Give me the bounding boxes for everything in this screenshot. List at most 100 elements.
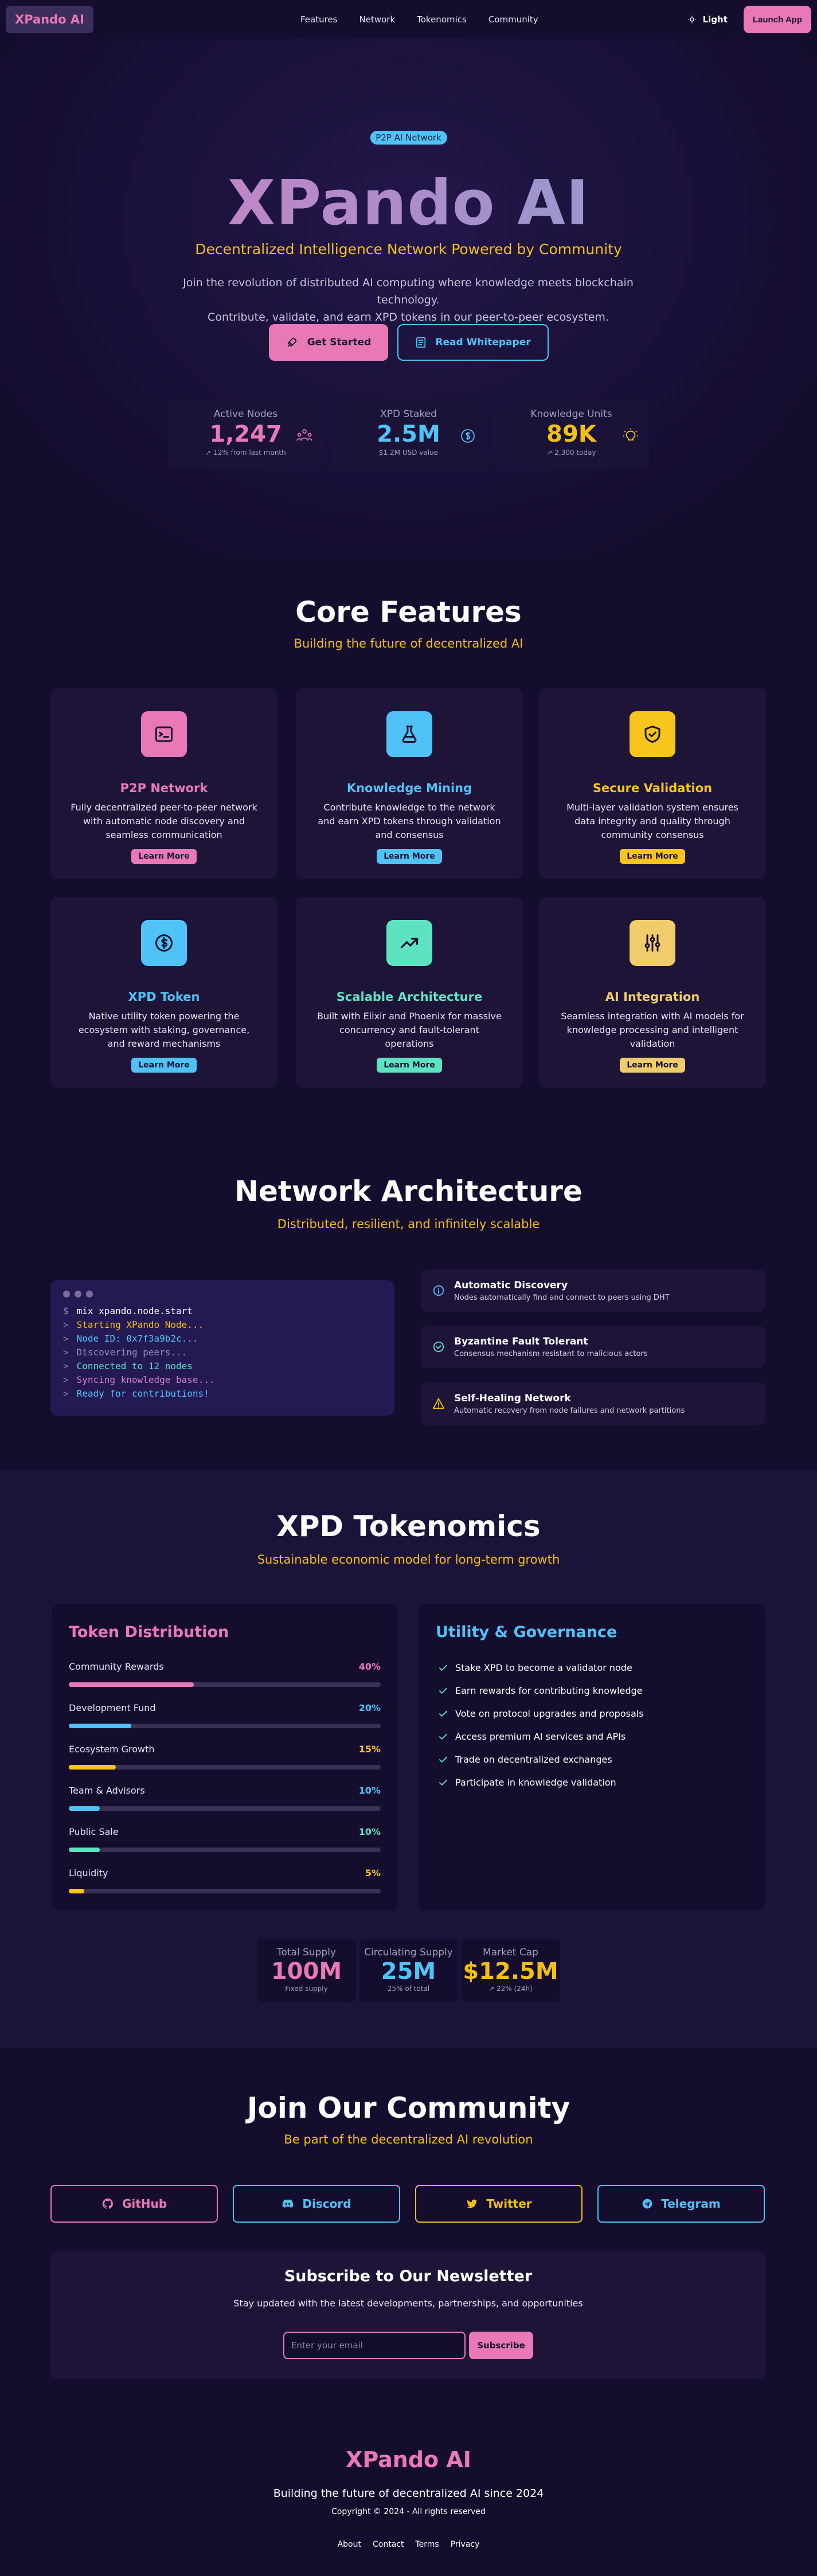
twitter-button[interactable]: Twitter [415, 2185, 583, 2223]
email-input[interactable] [283, 2332, 466, 2359]
utility-text: Participate in knowledge validation [455, 1777, 616, 1788]
tokenomics-subtitle: Sustainable economic model for long-term… [257, 1553, 560, 1566]
stat-sub: 25% of total [387, 1985, 430, 1993]
feature-card-title: AI Integration [605, 990, 700, 1004]
utility-item: Vote on protocol upgrades and proposals [438, 1708, 644, 1719]
network-icon [296, 428, 313, 442]
learn-more-button[interactable]: Learn More [377, 849, 442, 864]
newsletter-form: Subscribe [283, 2332, 533, 2359]
launch-app-button[interactable]: Launch App [743, 6, 811, 33]
feature-card-title: Knowledge Mining [346, 781, 472, 795]
hero-buttons: Get Started Read Whitepaper [0, 324, 817, 361]
check-circle-icon [432, 1340, 445, 1353]
learn-more-button[interactable]: Learn More [131, 1058, 197, 1073]
distribution-track [69, 1724, 381, 1728]
footer-link-about[interactable]: About [338, 2540, 361, 2549]
get-started-button[interactable]: Get Started [268, 324, 388, 361]
distribution-label: Liquidity [69, 1868, 108, 1879]
utility-text: Vote on protocol upgrades and proposals [455, 1708, 644, 1719]
feature-card-title: P2P Network [120, 781, 208, 795]
community-title: Join Our Community [247, 2091, 570, 2125]
terminal-line: > Ready for contributions! [63, 1388, 209, 1399]
stat-label: Circulating Supply [364, 1947, 453, 1958]
distribution-bar-fill [69, 1682, 194, 1687]
stat-sub: ↗ 22% (24h) [488, 1985, 533, 1993]
brand-logo-button[interactable]: XPando AI [6, 6, 93, 33]
distribution-bar-fill [69, 1889, 85, 1893]
distribution-bar-fill [69, 1724, 131, 1728]
stat-sub: ↗ 12% from last month [205, 449, 286, 457]
nav-link-tokenomics[interactable]: Tokenomics [417, 14, 467, 25]
discord-button[interactable]: Discord [233, 2185, 400, 2223]
github-button[interactable]: GitHub [50, 2185, 218, 2223]
trending-up-icon [386, 920, 432, 966]
discord-icon [282, 2197, 294, 2210]
feature-card-ai-integration: AI Integration Seamless integration with… [539, 897, 766, 1088]
stat-label: Knowledge Units [530, 408, 612, 420]
feature-card-title: Secure Validation [592, 781, 713, 795]
feature-card-secure-validation: Secure Validation Multi-layer validation… [539, 688, 766, 879]
tokenomics-title: XPD Tokenomics [276, 1510, 541, 1543]
feature-card-desc: Multi-layer validation system ensures da… [566, 802, 738, 840]
nav-link-features[interactable]: Features [300, 14, 338, 25]
newsletter-desc: Stay updated with the latest development… [233, 2298, 583, 2309]
discord-label: Discord [302, 2197, 351, 2211]
hero-subtitle: Decentralized Intelligence Network Power… [195, 241, 622, 258]
utility-item: Stake XPD to become a validator node [438, 1662, 632, 1673]
sliders-icon [630, 920, 675, 966]
terminal-line: > Syncing knowledge base... [63, 1374, 215, 1385]
distribution-track [69, 1806, 381, 1811]
footer-link-contact[interactable]: Contact [373, 2540, 404, 2549]
twitter-icon [466, 2197, 478, 2210]
distribution-track [69, 1889, 381, 1893]
subscribe-button[interactable]: Subscribe [469, 2332, 533, 2359]
stat-xpd-staked: XPD Staked 2.5M $1.2M USD value [331, 400, 486, 468]
distribution-row: Liquidity 5% [69, 1868, 381, 1893]
stat-label: Market Cap [483, 1947, 538, 1958]
theme-toggle-button[interactable]: Light [688, 14, 728, 25]
feature-card-desc: Native utility token powering the ecosys… [78, 1011, 250, 1049]
learn-more-button[interactable]: Learn More [377, 1058, 442, 1073]
distribution-percent: 15% [358, 1744, 381, 1755]
stat-sub: Fixed supply [285, 1985, 328, 1993]
nav-link-community[interactable]: Community [488, 14, 538, 25]
distribution-track [69, 1848, 381, 1852]
coin-icon [141, 920, 187, 966]
network-feature-desc: Nodes automatically find and connect to … [454, 1293, 670, 1302]
stat-value: 100M [271, 1958, 342, 1985]
network-feature-self-healing: Self-Healing Network Automatic recovery … [421, 1382, 765, 1425]
footer-link-terms[interactable]: Terms [415, 2540, 439, 2549]
distribution-bar-fill [69, 1848, 100, 1852]
distribution-percent: 20% [358, 1702, 381, 1713]
learn-more-button[interactable]: Learn More [620, 849, 685, 864]
stat-market-cap: Market Cap $12.5M ↗ 22% (24h) [461, 1939, 560, 2002]
network-title: Network Architecture [234, 1175, 583, 1208]
telegram-button[interactable]: Telegram [597, 2185, 765, 2223]
dollar-coin-icon [460, 428, 476, 444]
footer-link-privacy[interactable]: Privacy [451, 2540, 480, 2549]
stat-value: $12.5M [463, 1958, 558, 1985]
feature-card-desc: Contribute knowledge to the network and … [318, 802, 501, 840]
token-distribution-panel: Token Distribution Community Rewards 40% D… [52, 1604, 398, 1911]
utility-text: Earn rewards for contributing knowledge [455, 1685, 643, 1696]
features-subtitle: Building the future of decentralized AI [294, 637, 523, 650]
theme-toggle-label: Light [702, 14, 728, 25]
hero-description-line-1: Join the revolution of distributed AI co… [183, 276, 634, 306]
distribution-percent: 10% [358, 1785, 381, 1796]
utility-item: Participate in knowledge validation [438, 1777, 616, 1788]
distribution-percent: 40% [358, 1661, 381, 1672]
distribution-bar-fill [69, 1765, 116, 1770]
utility-item: Earn rewards for contributing knowledge [438, 1685, 643, 1696]
read-whitepaper-label: Read Whitepaper [435, 337, 531, 348]
distribution-row: Ecosystem Growth 15% [69, 1744, 381, 1770]
feature-card-desc: Built with Elixir and Phoenix for massiv… [317, 1011, 502, 1049]
learn-more-button[interactable]: Learn More [620, 1058, 685, 1073]
read-whitepaper-button[interactable]: Read Whitepaper [397, 324, 549, 361]
learn-more-button[interactable]: Learn More [131, 849, 197, 864]
checkmark-icon [438, 1709, 448, 1719]
distribution-label: Ecosystem Growth [69, 1744, 155, 1755]
stat-label: XPD Staked [380, 408, 437, 420]
utility-text: Trade on decentralized exchanges [455, 1754, 612, 1765]
nav-link-network[interactable]: Network [359, 14, 396, 25]
network-feature-automatic-discovery: Automatic Discovery Nodes automatically … [421, 1269, 765, 1312]
